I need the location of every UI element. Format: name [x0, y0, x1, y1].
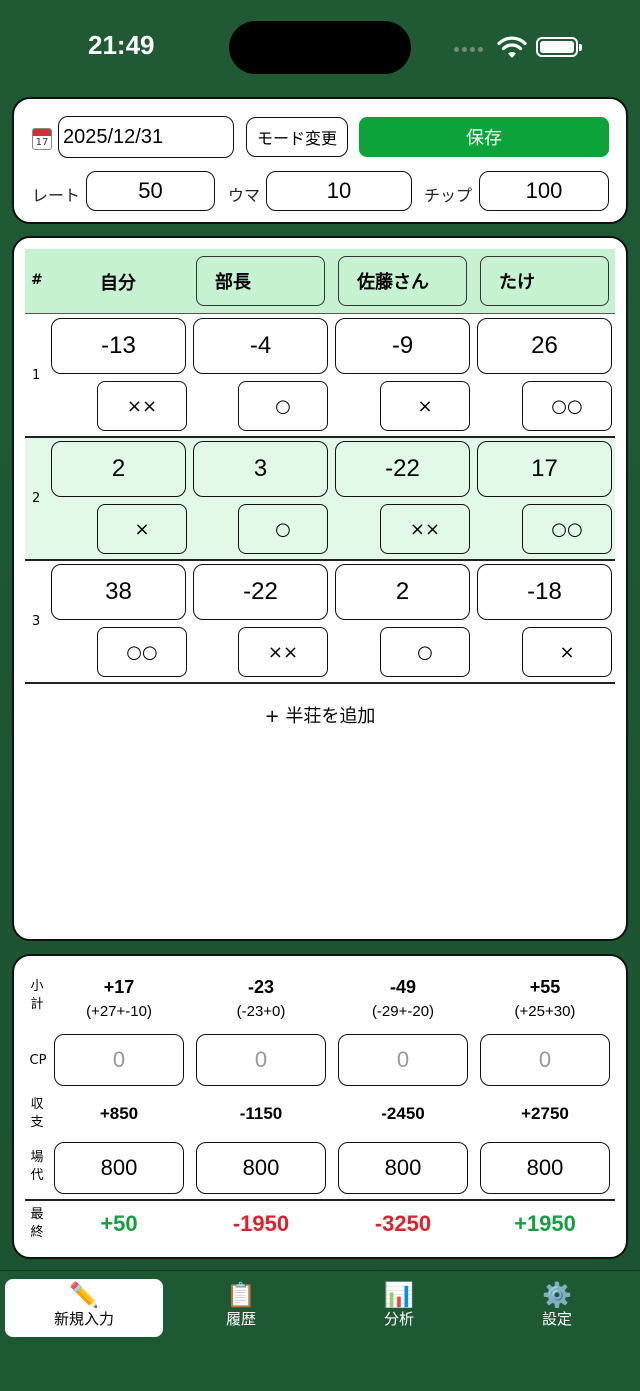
tab-settings[interactable]: ⚙️ 設定 — [478, 1279, 636, 1337]
rank-mark-button[interactable]: ○○ — [522, 381, 612, 431]
cp-input[interactable]: 0 — [338, 1034, 468, 1086]
rank-mark-button[interactable]: ○ — [380, 627, 470, 677]
chip-input[interactable]: 100 — [479, 171, 609, 211]
cp-input[interactable]: 0 — [54, 1034, 184, 1086]
final-value: -1950 — [232, 1211, 290, 1236]
subtotal-label: 小計 — [30, 979, 44, 1012]
uma-label: ウマ — [228, 186, 261, 205]
dynamic-island — [229, 21, 411, 74]
score-input[interactable]: 38 — [51, 564, 186, 620]
shushi-label: 収支 — [30, 1097, 44, 1130]
cp-input[interactable]: 0 — [196, 1034, 326, 1086]
rank-mark-button[interactable]: ○○ — [97, 627, 187, 677]
rank-mark-button[interactable]: ○ — [238, 381, 328, 431]
shushi-value: +2750 — [521, 1104, 569, 1123]
shushi-value: -2450 — [381, 1104, 425, 1123]
tab-new-entry[interactable]: ✏️ 新規入力 — [5, 1279, 163, 1337]
battery-icon — [536, 37, 582, 57]
score-input[interactable]: -9 — [335, 318, 470, 374]
score-input[interactable]: -4 — [193, 318, 328, 374]
score-input[interactable]: 26 — [477, 318, 612, 374]
hanchan-number: 3 — [32, 614, 41, 629]
subtotal-value: +17 — [103, 977, 135, 997]
final-value: +50 — [100, 1211, 138, 1236]
bada-label: 場代 — [30, 1150, 44, 1183]
chip-label: チップ — [424, 186, 473, 205]
wifi-icon — [497, 36, 527, 58]
shushi-value: -1150 — [239, 1104, 283, 1123]
cellular-signal-icon — [454, 47, 483, 52]
summary-divider — [25, 1199, 615, 1201]
score-input[interactable]: -22 — [193, 564, 328, 620]
bada-input[interactable]: 800 — [338, 1142, 468, 1194]
bada-input[interactable]: 800 — [480, 1142, 610, 1194]
bada-input[interactable]: 800 — [54, 1142, 184, 1194]
rate-label: レート — [32, 186, 81, 205]
status-bar: 21:49 — [0, 0, 640, 96]
save-button[interactable]: 保存 — [359, 117, 609, 157]
gear-icon: ⚙️ — [542, 1281, 572, 1309]
calendar-icon[interactable]: 17 — [32, 128, 52, 150]
score-input[interactable]: 3 — [193, 441, 328, 497]
subtotal-detail: (+27+-10) — [86, 1003, 152, 1020]
final-value: -3250 — [374, 1211, 432, 1236]
hanchan-number: 1 — [32, 368, 41, 383]
header-divider — [25, 313, 615, 314]
cp-label: CP — [29, 1053, 47, 1068]
subtotal-detail: (-29+-20) — [371, 1003, 435, 1020]
tab-bar: ✏️ 新規入力 📋 履歴 📊 分析 ⚙️ 設定 — [0, 1270, 640, 1391]
shushi-value: +850 — [99, 1104, 139, 1123]
final-label: 最終 — [30, 1207, 44, 1240]
subtotal-value: -49 — [389, 977, 416, 997]
uma-input[interactable]: 10 — [266, 171, 412, 211]
rank-mark-button[interactable]: ×× — [238, 627, 328, 677]
subtotal-detail: (+25+30) — [514, 1003, 576, 1020]
hanchan-number: 2 — [32, 491, 41, 506]
bada-input[interactable]: 800 — [196, 1142, 326, 1194]
cp-input[interactable]: 0 — [480, 1034, 610, 1086]
rank-mark-button[interactable]: × — [522, 627, 612, 677]
score-input[interactable]: -13 — [51, 318, 186, 374]
mode-change-button[interactable]: モード変更 — [246, 117, 348, 157]
player-name-button-2[interactable]: 部長 — [196, 256, 325, 306]
chart-icon: 📊 — [384, 1281, 414, 1309]
clipboard-icon: 📋 — [226, 1281, 256, 1309]
final-value: +1950 — [514, 1211, 576, 1236]
row-divider — [25, 559, 615, 561]
column-hash: # — [31, 272, 43, 288]
add-hanchan-button[interactable]: + 半荘を追加 — [0, 702, 640, 728]
score-input[interactable]: 2 — [51, 441, 186, 497]
player-name-button-4[interactable]: たけ — [480, 256, 609, 306]
player-name-button-3[interactable]: 佐藤さん — [338, 256, 467, 306]
rank-mark-button[interactable]: ×× — [380, 504, 470, 554]
row-divider — [25, 682, 615, 684]
score-input[interactable]: 2 — [335, 564, 470, 620]
tab-history[interactable]: 📋 履歴 — [162, 1279, 320, 1337]
rank-mark-button[interactable]: ×× — [97, 381, 187, 431]
rank-mark-button[interactable]: ○ — [238, 504, 328, 554]
rate-input[interactable]: 50 — [86, 171, 215, 211]
subtotal-value: +55 — [529, 977, 561, 997]
date-input[interactable]: 2025/12/31 — [58, 116, 234, 158]
subtotal-value: -23 — [247, 977, 274, 997]
score-input[interactable]: -22 — [335, 441, 470, 497]
score-input[interactable]: 17 — [477, 441, 612, 497]
pencil-icon: ✏️ — [69, 1281, 99, 1309]
tab-analysis[interactable]: 📊 分析 — [320, 1279, 478, 1337]
rank-mark-button[interactable]: ○○ — [522, 504, 612, 554]
rank-mark-button[interactable]: × — [380, 381, 470, 431]
player-name-self: 自分 — [100, 273, 136, 294]
score-input[interactable]: -18 — [477, 564, 612, 620]
row-divider — [25, 436, 615, 438]
subtotal-detail: (-23+0) — [236, 1003, 286, 1020]
rank-mark-button[interactable]: × — [97, 504, 187, 554]
status-time: 21:49 — [88, 30, 155, 60]
